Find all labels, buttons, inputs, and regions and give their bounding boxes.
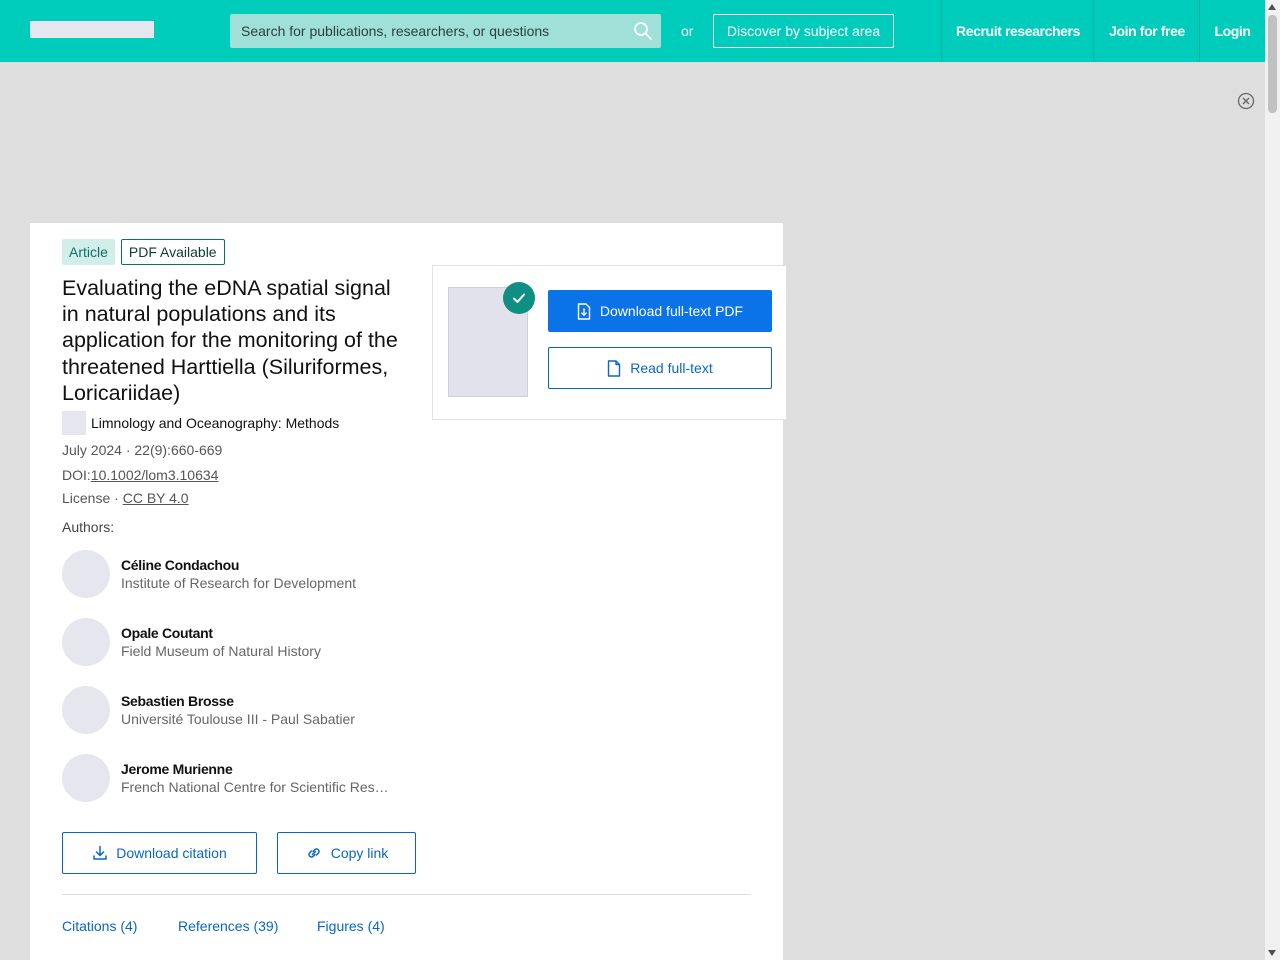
download-icon	[93, 845, 107, 860]
top-navigation-bar: or Discover by subject area Recruit rese…	[0, 0, 1265, 62]
author-name[interactable]: Céline Condachou	[121, 557, 239, 573]
close-ad-icon[interactable]	[1237, 92, 1255, 110]
author-item[interactable]: Jerome Murienne French National Centre f…	[62, 754, 422, 802]
scroll-down-arrow-icon[interactable]	[1268, 950, 1276, 956]
search-icon[interactable]	[633, 21, 653, 41]
article-title: Evaluating the eDNA spatial signal in na…	[62, 276, 398, 405]
download-citation-label: Download citation	[116, 845, 227, 861]
license-row: License · CC BY 4.0	[62, 490, 189, 506]
journal-name[interactable]: Limnology and Oceanography: Methods	[91, 415, 339, 431]
join-for-free-link[interactable]: Join for free	[1093, 0, 1200, 62]
author-name[interactable]: Jerome Murienne	[121, 761, 233, 777]
login-link[interactable]: Login	[1199, 0, 1265, 62]
authors-heading: Authors:	[62, 519, 115, 535]
doi-label: DOI:	[62, 467, 91, 483]
license-link[interactable]: CC BY 4.0	[123, 490, 189, 506]
or-separator-text: or	[681, 23, 694, 39]
download-full-text-pdf-label: Download full-text PDF	[599, 303, 744, 319]
pdf-available-badge: PDF Available	[120, 239, 225, 265]
download-full-text-pdf-button[interactable]: Download full-text PDF	[548, 290, 772, 332]
author-name[interactable]: Sebastien Brosse	[121, 693, 234, 709]
author-item[interactable]: Céline Condachou Institute of Research f…	[62, 550, 422, 598]
pdf-download-icon	[577, 302, 591, 320]
avatar[interactable]	[62, 754, 110, 802]
scroll-up-arrow-icon[interactable]	[1268, 4, 1276, 10]
page-scrollbar[interactable]	[1265, 0, 1280, 960]
author-affiliation: French National Centre for Scientific Re…	[121, 779, 391, 795]
author-name[interactable]: Opale Coutant	[121, 625, 213, 641]
search-input[interactable]	[230, 14, 661, 48]
author-affiliation: Field Museum of Natural History	[121, 643, 321, 659]
copy-link-button[interactable]: Copy link	[277, 832, 416, 874]
document-icon	[608, 359, 621, 377]
link-icon	[307, 848, 320, 858]
read-full-text-label: Read full-text	[630, 360, 713, 376]
tab-references[interactable]: References (39)	[178, 918, 278, 934]
search-box[interactable]	[230, 14, 661, 48]
copy-link-label: Copy link	[330, 845, 389, 861]
discover-subject-button[interactable]: Discover by subject area	[713, 14, 894, 48]
tab-citations[interactable]: Citations (4)	[62, 918, 137, 934]
doi-row: DOI:10.1002/lom3.10634	[62, 467, 218, 483]
author-affiliation: Université Toulouse III - Paul Sabatier	[121, 711, 355, 727]
scrollbar-thumb[interactable]	[1268, 15, 1277, 113]
journal-row[interactable]: Limnology and Oceanography: Methods	[62, 411, 339, 435]
tab-figures[interactable]: Figures (4)	[317, 918, 385, 934]
journal-logo	[62, 411, 86, 435]
author-item[interactable]: Sebastien Brosse Université Toulouse III…	[62, 686, 422, 734]
avatar[interactable]	[62, 550, 110, 598]
article-type-badge: Article	[62, 239, 115, 265]
section-divider	[62, 894, 751, 895]
author-affiliation: Institute of Research for Development	[121, 575, 357, 591]
checkmark-icon	[503, 282, 535, 314]
avatar[interactable]	[62, 686, 110, 734]
read-full-text-button[interactable]: Read full-text	[548, 347, 772, 389]
author-item[interactable]: Opale Coutant Field Museum of Natural Hi…	[62, 618, 422, 666]
article-badges: Article PDF Available	[62, 239, 225, 265]
pdf-panel: Download full-text PDF Read full-text	[432, 265, 787, 420]
license-label: License ·	[62, 490, 123, 506]
site-logo[interactable]	[30, 21, 154, 38]
download-citation-button[interactable]: Download citation	[62, 832, 257, 874]
publication-date: July 2024 · 22(9):660-669	[62, 442, 223, 458]
recruit-researchers-link[interactable]: Recruit researchers	[941, 0, 1094, 62]
avatar[interactable]	[62, 618, 110, 666]
doi-link[interactable]: 10.1002/lom3.10634	[91, 467, 219, 483]
